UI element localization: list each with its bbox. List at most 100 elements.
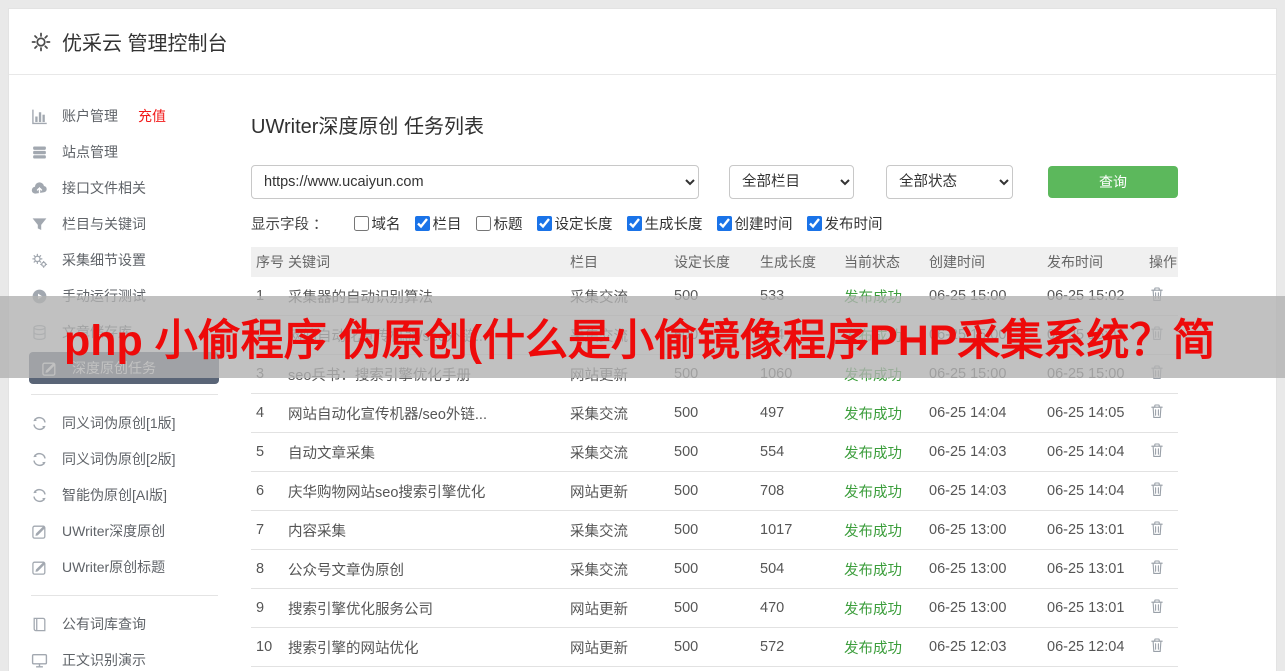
cell-created: 06-25 13:00 bbox=[929, 600, 1007, 616]
cell-column: 采集交流 bbox=[570, 406, 628, 423]
cell-set-length: 500 bbox=[674, 405, 699, 421]
field-checkbox-label: 标题 bbox=[493, 217, 523, 233]
cell-status: 发布成功 bbox=[844, 601, 902, 618]
cell-gen-length: 497 bbox=[760, 405, 785, 421]
column-select[interactable]: 全部栏目 bbox=[729, 165, 854, 199]
cell-status: 发布成功 bbox=[844, 445, 902, 462]
cell-status: 发布成功 bbox=[844, 640, 902, 657]
sidebar-item[interactable]: 正文识别演示 bbox=[9, 642, 251, 671]
cell-gen-length: 1017 bbox=[760, 522, 793, 538]
table-header-cell: 设定长度 bbox=[674, 254, 730, 270]
sidebar-item-label: 采集细节设置 bbox=[62, 252, 146, 268]
cell-index: 4 bbox=[256, 405, 265, 421]
cell-set-length: 500 bbox=[674, 600, 699, 616]
table-row: 5 自动文章采集 采集交流 500 554 发布成功 06-25 14:03 0… bbox=[251, 433, 1178, 472]
sidebar-item-label: 智能伪原创[AI版] bbox=[62, 487, 168, 503]
book-icon bbox=[31, 616, 48, 633]
delete-icon[interactable] bbox=[1149, 598, 1165, 615]
refresh-icon bbox=[31, 487, 48, 504]
cell-published: 06-25 13:01 bbox=[1047, 600, 1125, 616]
field-checkbox-input[interactable] bbox=[626, 216, 642, 231]
cell-actions bbox=[1149, 481, 1178, 502]
delete-icon[interactable] bbox=[1149, 559, 1165, 576]
sidebar-item-label: 正文识别演示 bbox=[62, 652, 146, 668]
monitor-icon bbox=[31, 652, 48, 669]
sidebar-item[interactable]: 同义词伪原创[2版] bbox=[9, 441, 251, 477]
cell-gen-length: 572 bbox=[760, 639, 785, 655]
cell-actions bbox=[1149, 637, 1178, 658]
delete-icon[interactable] bbox=[1149, 637, 1165, 654]
sidebar-item[interactable]: 站点管理 bbox=[9, 134, 251, 170]
gears-icon bbox=[31, 252, 48, 269]
sidebar-divider bbox=[31, 595, 218, 596]
sidebar-item-badge[interactable]: 充值 bbox=[138, 106, 166, 126]
sidebar-item[interactable]: 接口文件相关 bbox=[9, 170, 251, 206]
sidebar-item-label: 栏目与关键词 bbox=[62, 216, 146, 232]
server-icon bbox=[31, 144, 48, 161]
cell-published: 06-25 14:04 bbox=[1047, 483, 1125, 499]
cell-column: 采集交流 bbox=[570, 445, 628, 462]
sidebar-item[interactable]: 公有词库查询 bbox=[9, 606, 251, 642]
cell-set-length: 500 bbox=[674, 444, 699, 460]
field-checkbox[interactable]: 创建时间 bbox=[716, 213, 793, 234]
field-checkbox-input[interactable] bbox=[716, 216, 732, 231]
sidebar-item-label: 同义词伪原创[2版] bbox=[62, 451, 176, 467]
cell-gen-length: 554 bbox=[760, 444, 785, 460]
cloud-upload-icon bbox=[31, 180, 48, 197]
cell-keyword: 自动文章采集 bbox=[288, 445, 375, 462]
filter-row: https://www.ucaiyun.com 全部栏目 全部状态 查询 bbox=[251, 165, 1178, 199]
cell-gen-length: 470 bbox=[760, 600, 785, 616]
cell-status: 发布成功 bbox=[844, 562, 902, 579]
field-checkbox-label: 域名 bbox=[371, 217, 401, 233]
sidebar-item[interactable]: 账户管理 充值 bbox=[9, 98, 251, 134]
cell-gen-length: 504 bbox=[760, 561, 785, 577]
cell-keyword: 公众号文章伪原创 bbox=[288, 562, 404, 579]
field-checkbox[interactable]: 域名 bbox=[353, 213, 401, 234]
delete-icon[interactable] bbox=[1149, 442, 1165, 459]
cell-column: 采集交流 bbox=[570, 562, 628, 579]
sidebar-item-label: 站点管理 bbox=[62, 144, 118, 160]
table-header-cell: 发布时间 bbox=[1047, 254, 1103, 270]
query-button[interactable]: 查询 bbox=[1048, 166, 1178, 198]
field-checkbox-input[interactable] bbox=[353, 216, 369, 231]
cell-gen-length: 708 bbox=[760, 483, 785, 499]
field-checkbox[interactable]: 标题 bbox=[475, 213, 523, 234]
delete-icon[interactable] bbox=[1149, 403, 1165, 420]
page-title: UWriter深度原创 任务列表 bbox=[251, 116, 484, 138]
field-checkbox[interactable]: 生成长度 bbox=[626, 213, 703, 234]
table-header-cell: 栏目 bbox=[570, 254, 598, 270]
field-checkbox[interactable]: 栏目 bbox=[414, 213, 462, 234]
field-checkbox-input[interactable] bbox=[536, 216, 552, 231]
sidebar-item-label: 公有词库查询 bbox=[62, 616, 146, 632]
field-checkbox-input[interactable] bbox=[414, 216, 430, 231]
status-select[interactable]: 全部状态 bbox=[886, 165, 1013, 199]
site-select[interactable]: https://www.ucaiyun.com bbox=[251, 165, 699, 199]
sidebar-item[interactable]: 采集细节设置 bbox=[9, 242, 251, 278]
field-checkbox-input[interactable] bbox=[475, 216, 491, 231]
cell-keyword: 内容采集 bbox=[288, 523, 346, 540]
table-row: 6 庆华购物网站seo搜索引擎优化 网站更新 500 708 发布成功 06-2… bbox=[251, 472, 1178, 511]
field-checkbox[interactable]: 发布时间 bbox=[806, 213, 883, 234]
delete-icon[interactable] bbox=[1149, 481, 1165, 498]
field-checkbox-input[interactable] bbox=[806, 216, 822, 231]
sidebar-item[interactable]: UWriter原创标题 bbox=[9, 549, 251, 585]
cell-created: 06-25 13:00 bbox=[929, 561, 1007, 577]
sidebar-item[interactable]: UWriter深度原创 bbox=[9, 513, 251, 549]
app-header: 优采云 管理控制台 bbox=[9, 9, 1276, 75]
delete-icon[interactable] bbox=[1149, 520, 1165, 537]
app-title: 优采云 管理控制台 bbox=[62, 33, 228, 55]
sidebar-item[interactable]: 栏目与关键词 bbox=[9, 206, 251, 242]
field-checkbox[interactable]: 设定长度 bbox=[536, 213, 613, 234]
pencil-square-icon bbox=[31, 523, 48, 540]
sidebar-item[interactable]: 同义词伪原创[1版] bbox=[9, 405, 251, 441]
cell-actions bbox=[1149, 403, 1178, 424]
display-fields-row: 显示字段 ： 域名 栏目 标题 设定长度 生成长度 创建时间 发布时间 bbox=[251, 213, 1178, 234]
cell-keyword: 搜索引擎优化服务公司 bbox=[288, 601, 433, 618]
cell-set-length: 500 bbox=[674, 561, 699, 577]
field-checkbox-label: 栏目 bbox=[432, 217, 462, 233]
cell-actions bbox=[1149, 598, 1178, 619]
cell-created: 06-25 14:04 bbox=[929, 405, 1007, 421]
sidebar-item[interactable]: 智能伪原创[AI版] bbox=[9, 477, 251, 513]
cell-published: 06-25 13:01 bbox=[1047, 561, 1125, 577]
sidebar-divider bbox=[31, 394, 218, 395]
